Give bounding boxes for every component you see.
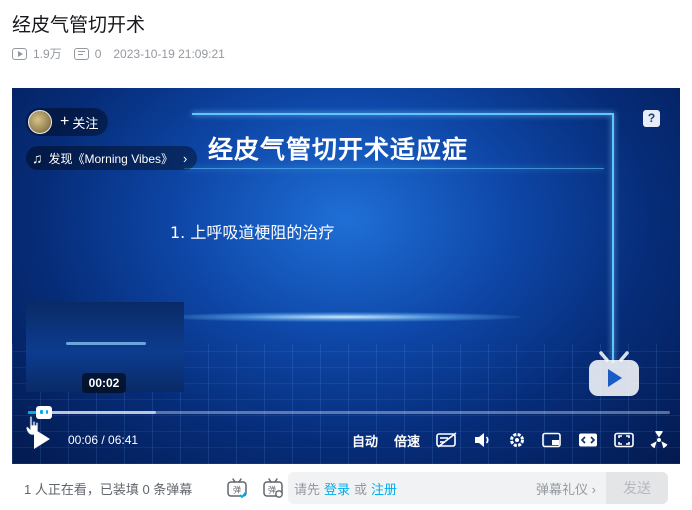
plus-icon: + [60, 113, 70, 130]
danmaku-input[interactable]: 请先 登录 或 注册 弹幕礼仪 › 发送 [288, 472, 668, 504]
help-icon[interactable]: ? [643, 110, 660, 127]
fullscreen-icon[interactable] [650, 431, 668, 449]
player-controls: 自动 倍速 [336, 431, 668, 449]
slide-frame-divider [184, 168, 604, 169]
login-link[interactable]: 登录 [324, 479, 350, 498]
current-time: 00:06 [68, 433, 99, 447]
send-button[interactable]: 发送 [606, 472, 668, 504]
slide-title: 经皮气管切开术适应症 [208, 135, 469, 164]
viewers-count: 1 人正在看，已装填 0 条弹幕 [24, 481, 193, 497]
quality-button[interactable]: 自动 [352, 431, 378, 450]
danmaku-count-icon [73, 47, 89, 60]
video-player[interactable]: 经皮气管切开术适应症 1. 上呼吸道梗阻的治疗 + 关注 ♫ 发现《Mornin… [12, 88, 680, 464]
music-note-icon: ♫ [32, 150, 43, 166]
uploader-avatar [28, 110, 52, 134]
music-discover-button[interactable]: ♫ 发现《Morning Vibes》 › [26, 146, 198, 170]
web-fullscreen-icon[interactable] [614, 432, 634, 448]
svg-text:弹: 弹 [268, 485, 276, 495]
danmaku-toggle-icon[interactable]: 弹 [226, 477, 248, 499]
danmaku-off-icon[interactable] [436, 432, 458, 448]
slide-glow [162, 312, 522, 322]
slide-frame-right [612, 113, 614, 363]
music-label: 发现《Morning Vibes》 [48, 151, 174, 166]
chevron-right-icon: › [183, 150, 188, 166]
follow-label: 关注 [72, 115, 99, 131]
play-button[interactable] [34, 429, 50, 449]
register-link[interactable]: 注册 [371, 479, 397, 498]
danmaku-etiquette-link[interactable]: 弹幕礼仪 › [536, 479, 596, 498]
slide-point: 1. 上呼吸道梗阻的治疗 [170, 223, 335, 242]
danmaku-settings-icon[interactable]: 弹 [262, 477, 284, 499]
time-display: 00:06 / 06:41 [68, 433, 139, 447]
volume-icon[interactable] [474, 432, 492, 448]
widescreen-icon[interactable] [578, 432, 598, 448]
picture-in-picture-icon[interactable] [542, 432, 562, 448]
or-text: 或 [354, 481, 368, 497]
seek-preview-time: 00:02 [82, 373, 126, 393]
svg-text:弹: 弹 [233, 485, 241, 495]
login-hint: 请先 [294, 481, 321, 497]
video-title: 经皮气管切开术 [12, 14, 146, 36]
speed-button[interactable]: 倍速 [394, 431, 420, 450]
slide-frame-top [192, 113, 612, 115]
bilibili-tv-logo-icon [589, 351, 639, 396]
publish-time: 2023-10-19 21:09:21 [113, 46, 225, 61]
play-count-icon [12, 47, 27, 60]
danmaku-count: 0 [94, 46, 102, 61]
duration: 06:41 [108, 433, 139, 447]
settings-gear-icon[interactable] [508, 431, 526, 449]
video-meta: 1.9万 0 2023-10-19 21:09:21 [12, 45, 225, 62]
view-count: 1.9万 [33, 47, 62, 61]
danmaku-bar: 1 人正在看，已装填 0 条弹幕 弹 弹 请先 登录 或 注册 弹幕礼仪 › 发… [12, 470, 680, 506]
follow-button[interactable]: + 关注 [26, 108, 109, 136]
